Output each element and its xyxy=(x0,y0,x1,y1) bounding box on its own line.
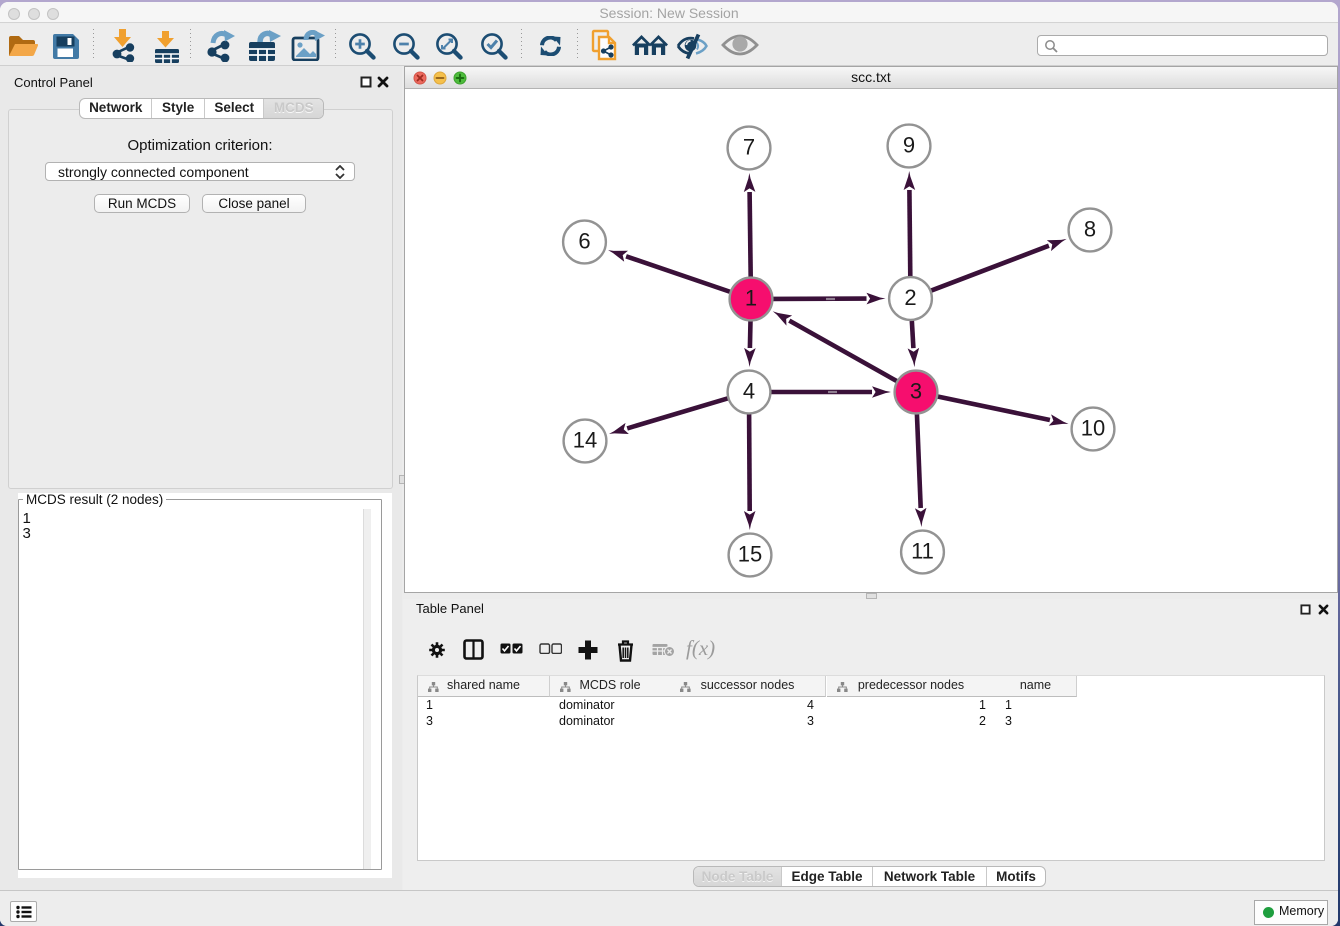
svg-text:2: 2 xyxy=(904,285,916,310)
svg-text:11: 11 xyxy=(911,539,934,564)
svg-text:9: 9 xyxy=(903,133,915,158)
svg-text:3: 3 xyxy=(910,379,922,404)
svg-text:1: 1 xyxy=(745,286,757,311)
svg-text:4: 4 xyxy=(743,379,755,404)
svg-text:15: 15 xyxy=(738,542,762,567)
svg-text:14: 14 xyxy=(573,428,597,453)
svg-text:6: 6 xyxy=(578,229,590,254)
svg-text:10: 10 xyxy=(1081,416,1105,441)
svg-text:7: 7 xyxy=(743,135,755,160)
svg-text:8: 8 xyxy=(1084,217,1096,242)
